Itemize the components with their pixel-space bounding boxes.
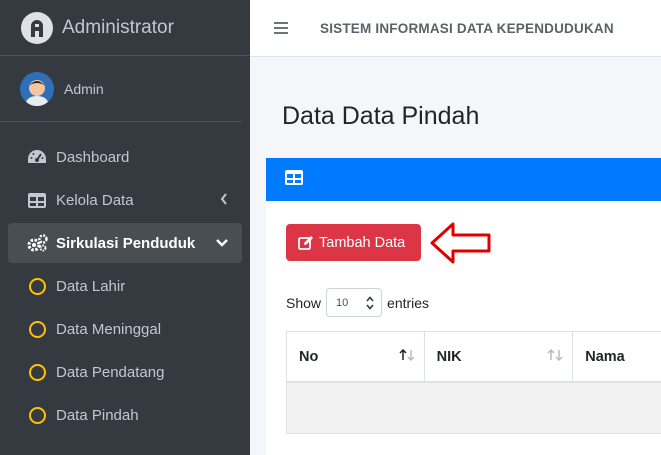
cogs-icon — [26, 233, 48, 253]
brand-title: Administrator — [62, 16, 174, 38]
sidebar-item-label: Data Lahir — [56, 277, 126, 295]
circle-icon — [26, 276, 48, 296]
sidebar-item-data-pindah[interactable]: Data Pindah — [8, 395, 242, 435]
add-data-button[interactable]: Tambah Data — [286, 224, 421, 261]
sort-icon — [547, 348, 563, 365]
show-label: Show — [286, 294, 322, 311]
chevron-down-icon — [216, 235, 228, 252]
table-header: No NIK Nama — [287, 332, 661, 383]
add-data-label: Tambah Data — [319, 234, 406, 251]
system-title: SISTEM INFORMASI DATA KEPENDUDUKAN — [320, 20, 614, 36]
sidebar-item-label: Data Pindah — [56, 406, 139, 424]
arrow-pointer-icon — [429, 221, 493, 270]
circle-icon — [26, 405, 48, 425]
column-header-label: Nama — [585, 348, 625, 365]
sidebar-item-kelola-data[interactable]: Kelola Data — [8, 180, 242, 220]
data-table: No NIK Nama — [286, 331, 661, 434]
user-panel[interactable]: Admin — [0, 56, 242, 122]
table-icon — [285, 169, 303, 190]
column-header-label: NIK — [436, 348, 462, 365]
sidebar-item-data-lahir[interactable]: Data Lahir — [8, 266, 242, 306]
sidebar-item-label: Data Pendatang — [56, 363, 165, 381]
sidebar-item-data-meninggal[interactable]: Data Meninggal — [8, 309, 242, 349]
column-header-nama[interactable]: Nama — [573, 332, 661, 381]
sidebar-item-label: Sirkulasi Penduduk — [56, 234, 196, 252]
avatar — [20, 71, 54, 106]
tachometer-icon — [26, 147, 48, 167]
show-entries: Show 10 entries — [286, 288, 429, 317]
brand-logo-icon — [21, 11, 53, 44]
user-name: Admin — [64, 80, 104, 97]
sidebar-item-dashboard[interactable]: Dashboard — [8, 137, 242, 177]
sort-icon — [399, 348, 415, 365]
sidebar-item-label: Dashboard — [56, 148, 130, 166]
sidebar: Administrator Admin Dashboard Kelola Dat… — [0, 0, 250, 455]
data-card: Tambah Data Show 10 entries No NIK Nama — [266, 158, 661, 455]
sidebar-item-label: Kelola Data — [56, 191, 134, 209]
sidebar-item-label: Data Meninggal — [56, 320, 162, 338]
hamburger-menu-icon[interactable] — [274, 22, 288, 34]
entries-label: entries — [387, 294, 430, 311]
column-header-label: No — [299, 348, 319, 365]
page-title: Data Data Pindah — [282, 102, 480, 130]
entries-value: 10 — [336, 296, 349, 309]
chevron-left-icon — [220, 192, 228, 209]
circle-icon — [26, 362, 48, 382]
card-header — [266, 158, 661, 201]
entries-select[interactable]: 10 — [326, 288, 383, 317]
column-header-no[interactable]: No — [287, 332, 425, 381]
sidebar-nav: Dashboard Kelola Data Sirkulasi Penduduk… — [0, 122, 250, 435]
table-icon — [26, 190, 48, 210]
edit-icon — [298, 235, 314, 250]
sidebar-item-data-pendatang[interactable]: Data Pendatang — [8, 352, 242, 392]
sidebar-item-sirkulasi-penduduk[interactable]: Sirkulasi Penduduk — [8, 223, 242, 263]
brand[interactable]: Administrator — [0, 0, 250, 56]
circle-icon — [26, 319, 48, 339]
table-row — [287, 383, 661, 433]
sort-caret-icon — [366, 296, 374, 313]
top-navbar: SISTEM INFORMASI DATA KEPENDUDUKAN — [250, 0, 661, 57]
column-header-nik[interactable]: NIK — [425, 332, 574, 381]
